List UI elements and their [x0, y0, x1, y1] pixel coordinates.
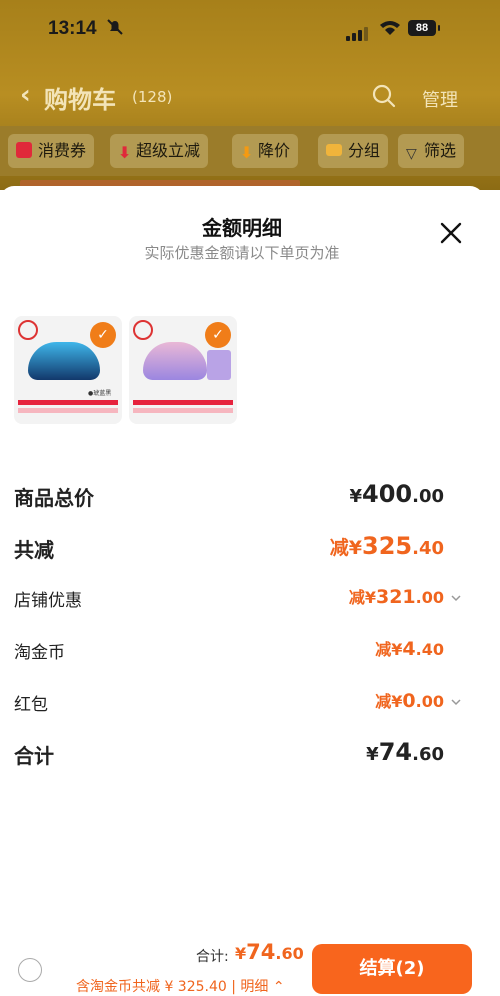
- total-amount: ¥74.60: [235, 940, 304, 964]
- filter-icon: ▽: [406, 146, 417, 162]
- filter-screen-chip[interactable]: ▽ 筛选: [398, 134, 465, 168]
- amount-detail-sheet: 金额明细 实际优惠金额请以下单页为准 ●琥蓝黑 ✓ ✓ 商品总价 ¥400.00…: [0, 186, 484, 996]
- taojinbi-row: 淘金币 减¥4.40: [0, 632, 484, 672]
- manage-button[interactable]: 管理: [422, 86, 458, 112]
- blue-shoe-image: [28, 342, 100, 380]
- product-thumbnail[interactable]: ●琥蓝黑 ✓: [14, 316, 122, 424]
- brand-logo-icon: [18, 320, 38, 340]
- page-title: 购物车: [44, 86, 116, 114]
- fabric-swatch-image: [207, 350, 231, 380]
- sum-label: 合计: [14, 744, 54, 768]
- filter-super-discount-chip[interactable]: ⬇ 超级立减: [110, 134, 209, 168]
- wifi-icon: [380, 21, 400, 35]
- filter-coupon-label: 消费券: [38, 141, 87, 160]
- close-icon[interactable]: [440, 222, 462, 244]
- chevron-down-icon[interactable]: [450, 592, 462, 604]
- filter-group-chip[interactable]: 分组: [318, 134, 389, 168]
- size-chart-bar: [133, 408, 233, 413]
- filter-super-discount-label: 超级立减: [136, 141, 201, 160]
- red-packet-amount: 减¥0.00: [375, 690, 444, 712]
- product-thumbnail[interactable]: ✓: [129, 316, 237, 424]
- brand-logo-icon: [133, 320, 153, 340]
- shop-discount-amount: 减¥321.00: [348, 586, 444, 608]
- goods-total-row: 商品总价 ¥400.00: [0, 476, 484, 516]
- battery-tip-icon: [438, 25, 440, 31]
- total-discount-amount: 减¥325.40: [329, 532, 444, 560]
- battery-indicator: 88: [408, 20, 436, 36]
- taojinbi-label: 淘金币: [14, 643, 65, 663]
- filter-group-label: 分组: [348, 141, 381, 160]
- shop-discount-row[interactable]: 店铺优惠 减¥321.00: [0, 580, 484, 620]
- sheet-subtitle: 实际优惠金额请以下单页为准: [144, 244, 340, 262]
- search-icon[interactable]: [372, 84, 396, 108]
- arrow-down-icon: ⬇: [118, 143, 132, 162]
- checkout-button[interactable]: 结算(2): [312, 944, 472, 994]
- discount-detail-link[interactable]: 含淘金币共减 ¥ 325.40 | 明细 ⌃: [76, 976, 285, 996]
- sum-row: 合计 ¥74.60: [0, 734, 484, 774]
- filter-price-drop-chip[interactable]: ⬇ 降价: [232, 134, 299, 168]
- taojinbi-amount: 减¥4.40: [375, 638, 444, 660]
- size-chart-bar: [133, 400, 233, 405]
- checkout-bar: 合计: ¥74.60 含淘金币共减 ¥ 325.40 | 明细 ⌃ 结算(2): [0, 938, 500, 996]
- shop-discount-label: 店铺优惠: [14, 591, 82, 611]
- nav-bar: ‹ 购物车 (128) 管理: [0, 74, 500, 118]
- discount-detail-text: 含淘金币共减 ¥ 325.40 | 明细: [76, 979, 269, 995]
- purple-shoe-image: [143, 342, 207, 380]
- coupon-icon: [16, 142, 32, 158]
- folder-icon: [326, 144, 342, 156]
- sum-amount: ¥74.60: [366, 738, 444, 766]
- filter-coupon-chip[interactable]: 消费券: [8, 134, 95, 168]
- selected-check-icon[interactable]: ✓: [205, 322, 231, 348]
- red-packet-row[interactable]: 红包 减¥0.00: [0, 684, 484, 724]
- status-bar: 13:14 88: [0, 14, 500, 48]
- filter-bar: 消费券 ⬇ 超级立减 ⬇ 降价 分组 ▽ 筛选: [0, 126, 500, 176]
- size-chart-bar: [18, 408, 118, 413]
- back-icon[interactable]: ‹: [20, 80, 31, 110]
- selected-check-icon[interactable]: ✓: [90, 322, 116, 348]
- price-drop-icon: ⬇: [240, 143, 254, 162]
- cart-count: (128): [132, 88, 173, 106]
- sheet-title: 金额明细: [202, 216, 282, 240]
- size-chart-bar: [18, 400, 118, 405]
- total-discount-label: 共减: [14, 538, 54, 562]
- status-time: 13:14: [48, 18, 97, 39]
- filter-screen-label: 筛选: [424, 141, 457, 160]
- goods-total-amount: ¥400.00: [349, 480, 444, 508]
- total-label: 合计:: [196, 949, 229, 965]
- select-all-radio[interactable]: [18, 958, 42, 982]
- silent-bell-icon: [107, 19, 123, 35]
- red-packet-label: 红包: [14, 695, 48, 715]
- chevron-down-icon[interactable]: [450, 696, 462, 708]
- filter-price-drop-label: 降价: [258, 141, 291, 160]
- chevron-up-icon: ⌃: [268, 979, 285, 995]
- product-color-tag: ●琥蓝黑: [88, 390, 112, 397]
- cellular-signal-icon: [346, 22, 370, 41]
- total-discount-row: 共减 减¥325.40: [0, 528, 484, 568]
- goods-total-label: 商品总价: [14, 486, 94, 510]
